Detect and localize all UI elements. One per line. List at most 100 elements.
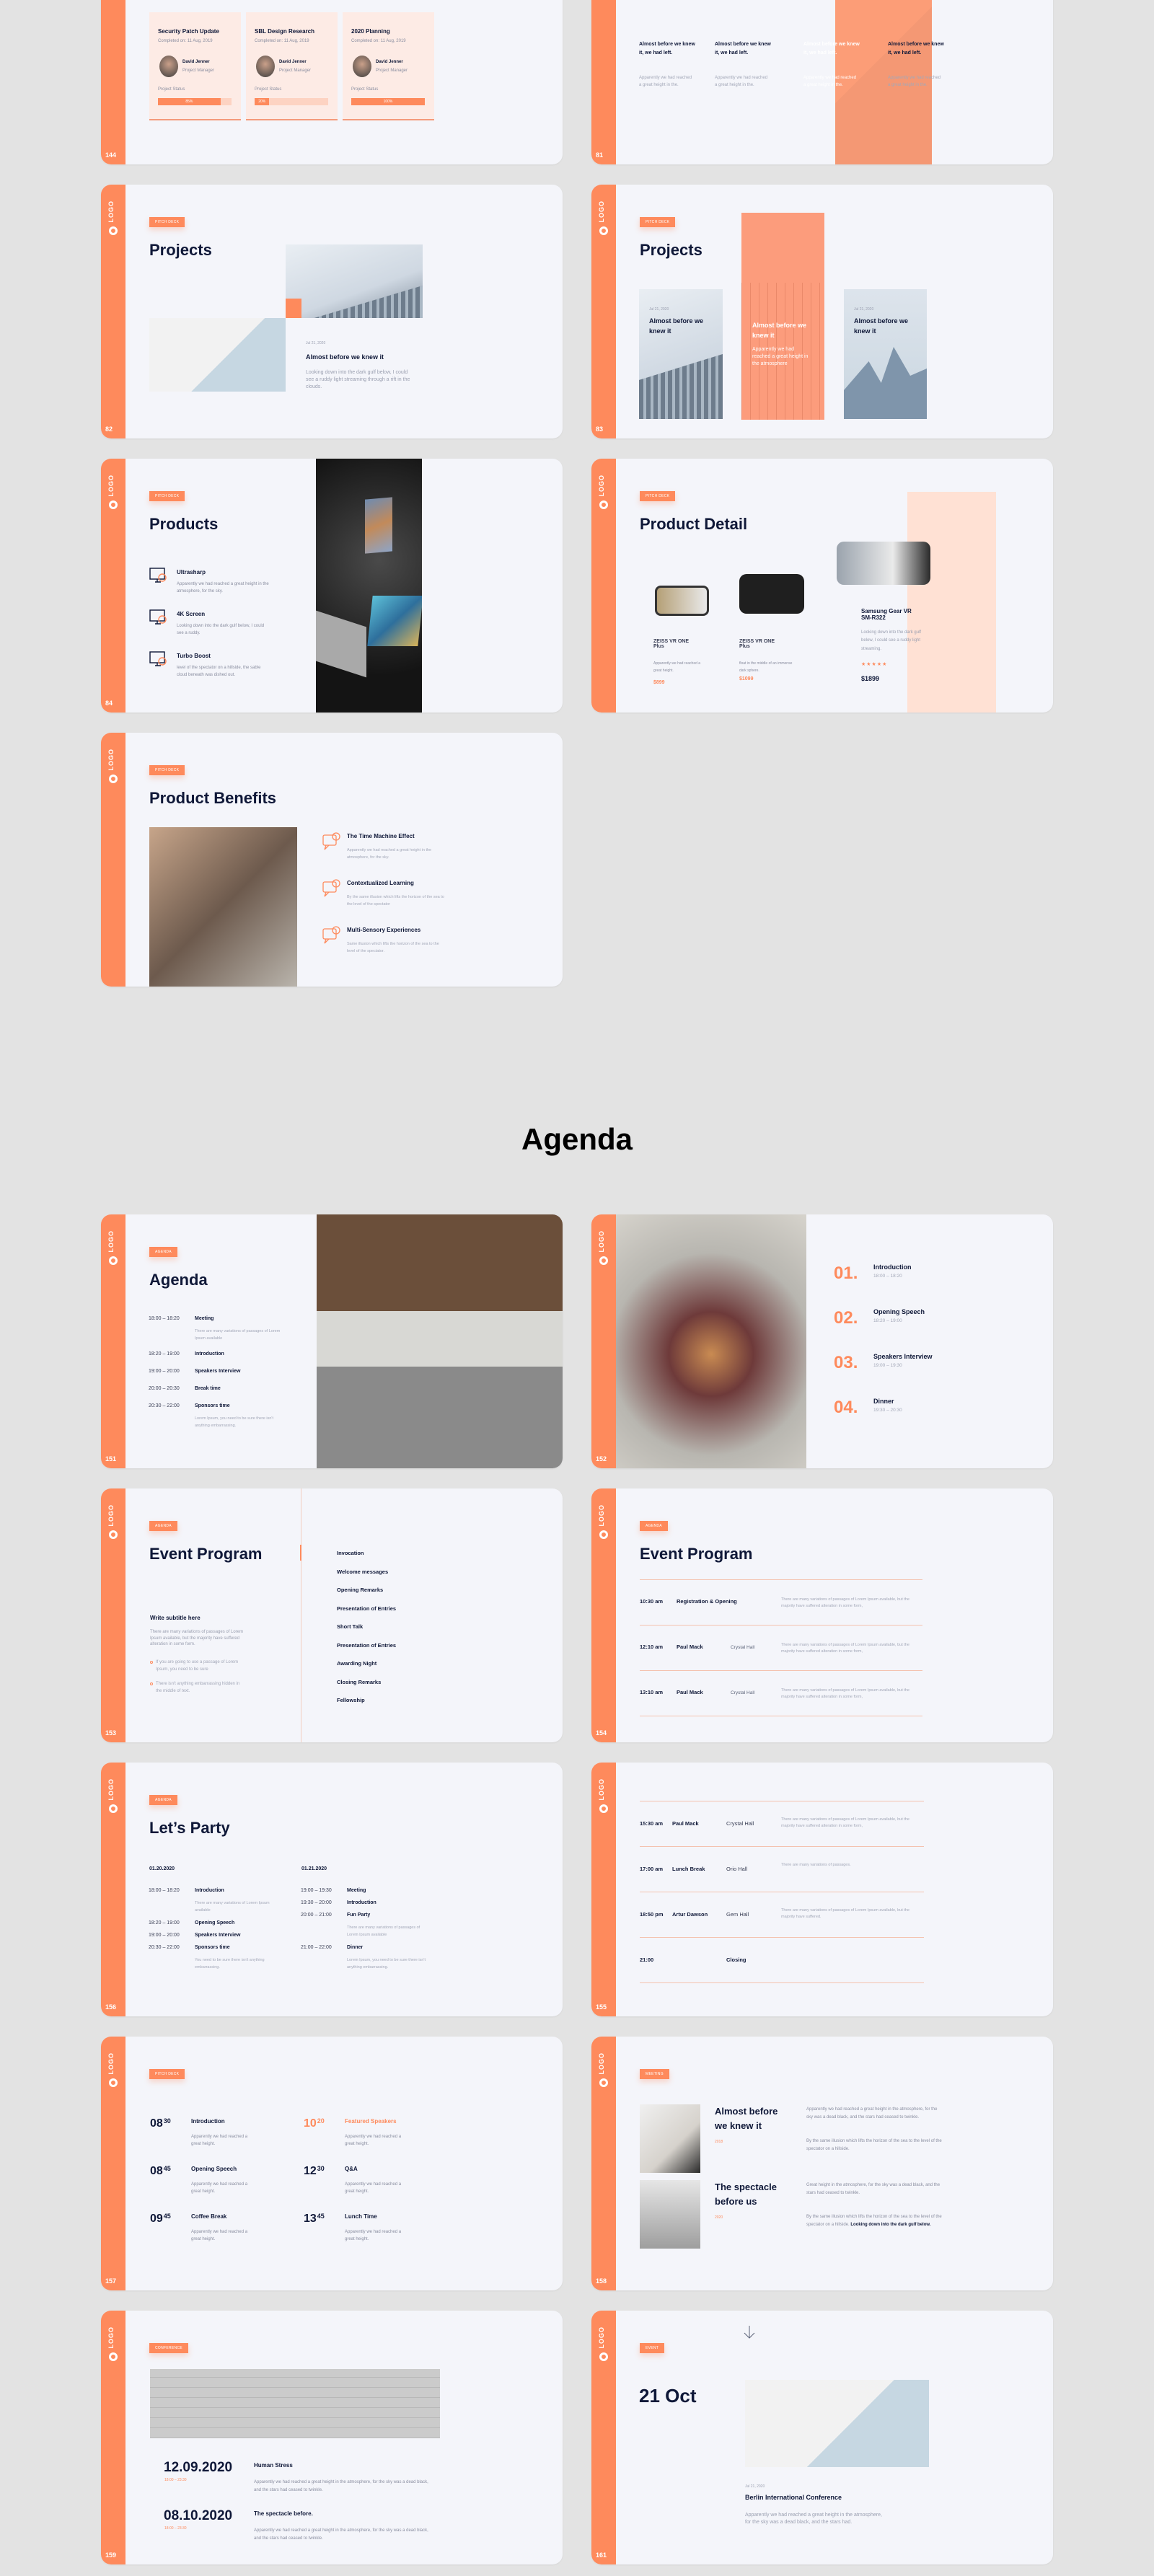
- logo-icon: [599, 1530, 608, 1539]
- post-body: Looking down into the dark gulf below, I…: [306, 370, 410, 390]
- arrow-down-icon[interactable]: [743, 2325, 756, 2339]
- person-role: Project Manager: [376, 69, 408, 73]
- agenda-time: 18:00 – 18:20: [149, 1316, 180, 1321]
- item-name: Speakers Interview: [873, 1353, 933, 1360]
- time-minute: 30: [163, 2117, 171, 2125]
- row-hall: Gem Hall: [726, 1911, 749, 1918]
- meeting-photo: [640, 2180, 700, 2249]
- status-label: Project Status: [351, 87, 379, 92]
- row-time: 13:10 am: [640, 1689, 664, 1695]
- program-item: Closing Remarks: [337, 1678, 382, 1685]
- slide-157-timetable: LOGO 157 Pitch Deck 0830 Introduction Appa…: [101, 2037, 563, 2290]
- logo-text: LOGO: [598, 475, 605, 497]
- party-time: 18:20 – 19:00: [149, 1920, 180, 1926]
- slide-82-projects: LOGO 82 Pitch Deck Projects Jul 21, 2020…: [101, 185, 563, 438]
- monitor-grid-icon: [149, 609, 168, 627]
- agenda-desc: There are many variations of passages of…: [195, 1329, 281, 1341]
- slide-151-agenda: LOGO 151 Agenda Agenda 18:00 – 18:20 Meet…: [101, 1214, 563, 1468]
- building-photo: [745, 2380, 929, 2467]
- time-minute: 45: [317, 2213, 325, 2220]
- vr-headset-image-1: [655, 586, 709, 616]
- item-body: Apparently we had reached a great height…: [345, 2230, 402, 2241]
- card-title: Security Patch Update: [158, 28, 219, 35]
- time-hour: 13: [304, 2213, 317, 2225]
- party-item: Speakers Interview: [195, 1933, 241, 1938]
- card-heading: Almost before we knew it: [854, 317, 909, 335]
- card-date: Jul 21, 2020: [854, 307, 874, 312]
- event-body: Apparently we had reached a great height…: [745, 2513, 882, 2526]
- column-body: Apparently we had reached a great height…: [888, 76, 941, 87]
- section-tag: Pitch Deck: [149, 2069, 185, 2079]
- progress-bar: 85%: [158, 98, 232, 105]
- slide-144: 144 Security Patch Update Completed on: 1…: [101, 0, 563, 164]
- row-desc: There are many variations of passages of…: [781, 1643, 909, 1654]
- slide-title: Agenda: [149, 1271, 208, 1289]
- feature-body: Apparently we had reached a great height…: [177, 582, 269, 594]
- party-desc: Lorem Ipsum, you need to be sure there i…: [347, 1958, 426, 1970]
- program-item: Welcome messages: [337, 1568, 389, 1575]
- product-desc: Apparently we had reached a great height…: [653, 661, 701, 673]
- sidebar-bar: [591, 185, 616, 438]
- row-time: 15:30 am: [640, 1820, 664, 1827]
- row-divider: [640, 1579, 922, 1580]
- card-heading: Almost before we knew it: [752, 322, 807, 339]
- row-desc: There are many variations of passages of…: [781, 1597, 909, 1608]
- slide-title: Projects: [149, 241, 212, 259]
- slide-155-schedule: LOGO 155 15:30 am Paul Mack Crystal Hall Th…: [591, 1763, 1053, 2016]
- program-item: Awarding Night: [337, 1660, 377, 1667]
- logo-icon: [599, 1804, 608, 1813]
- party-item: Sponsors time: [195, 1945, 230, 1950]
- page-number: 81: [596, 151, 604, 159]
- meeting-year: 2018: [715, 2140, 723, 2144]
- time-display: 0830: [150, 2117, 171, 2130]
- conf-body: Apparently we had reached a great height…: [254, 2528, 428, 2541]
- section-tag: Pitch Deck: [640, 217, 676, 227]
- page-number: 158: [596, 2277, 607, 2285]
- sidebar-bar: [101, 2311, 125, 2564]
- project-card[interactable]: Security Patch Update Completed on: 11 Au…: [149, 12, 241, 120]
- sidebar-bar: [101, 1488, 125, 1742]
- item-name: Opening Speech: [873, 1308, 925, 1315]
- item-title: Featured Speakers: [345, 2118, 397, 2125]
- party-desc: You need to be sure there isn't anything…: [195, 1958, 265, 1970]
- logo-icon: [109, 1530, 118, 1539]
- time-hour: 08: [150, 2117, 163, 2130]
- bullet-icon: [150, 1682, 153, 1685]
- section-tag: Agenda: [149, 1795, 177, 1805]
- project-card[interactable]: SBL Design Research Completed on: 11 Aug,…: [246, 12, 338, 120]
- product-desc: float in the middle of an immense dark s…: [739, 661, 793, 673]
- section-tag: Event: [640, 2343, 665, 2353]
- meeting-title: Almost before we knew it: [715, 2106, 778, 2131]
- page-number: 84: [105, 700, 113, 707]
- sidebar-bar: [591, 2311, 616, 2564]
- benefit-body: By the same illusion which lifts the hor…: [347, 895, 444, 907]
- sidebar-bar: [591, 1488, 616, 1742]
- page-number: 155: [596, 2003, 607, 2011]
- row-time: 18:50 pm: [640, 1911, 664, 1918]
- row-hall: Crystal Hall: [731, 1690, 755, 1695]
- card-date: Jul 21, 2020: [649, 307, 669, 312]
- logo-icon: [109, 775, 118, 783]
- post-date: Jul 21, 2020: [306, 341, 326, 345]
- progress-label: 100%: [383, 100, 393, 104]
- slide-158-meeting: LOGO 158 Meeting Almost before we knew i…: [591, 2037, 1053, 2290]
- agenda-time: 20:30 – 22:00: [149, 1403, 180, 1408]
- party-item: Opening Speech: [195, 1920, 235, 1926]
- students-photo: [317, 1214, 563, 1468]
- progress-bar: 20%: [255, 98, 328, 105]
- page-number: 157: [105, 2277, 117, 2285]
- conf-title: Human Stress: [254, 2462, 293, 2469]
- item-title: Opening Speech: [191, 2166, 237, 2172]
- slide-title: Product Benefits: [149, 789, 277, 807]
- slide-156-lets-party: LOGO 156 Agenda Let’s Party 01.20.2020 18…: [101, 1763, 563, 2016]
- project-card[interactable]: 2020 Planning Completed on: 11 Aug, 2019 D…: [343, 12, 434, 120]
- logo-text: LOGO: [107, 749, 115, 771]
- project-card-2: Almost before we knew it Apparently we h…: [741, 213, 824, 420]
- row-name: Paul Mack: [677, 1689, 703, 1695]
- project-card-3: Jul 21, 2020 Almost before we knew it: [844, 289, 927, 419]
- time-display: 0845: [150, 2165, 171, 2178]
- day-date: 01.20.2020: [149, 1866, 175, 1871]
- card-title: 2020 Planning: [351, 28, 390, 35]
- meeting-photo: [640, 2104, 700, 2173]
- party-time: 19:00 – 19:30: [301, 1888, 332, 1893]
